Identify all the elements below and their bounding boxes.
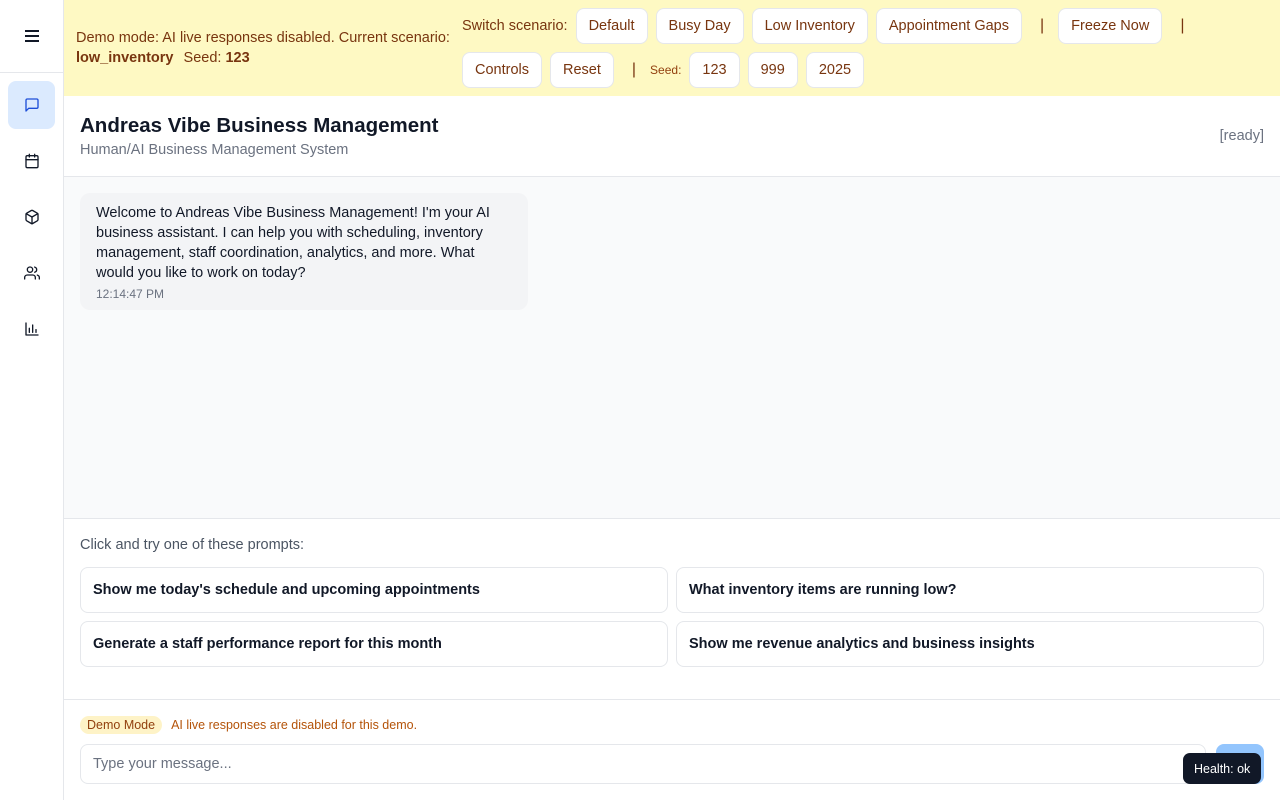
reset-button[interactable]: Reset: [550, 52, 614, 88]
seed-999-button[interactable]: 999: [747, 52, 798, 88]
message-timestamp: 12:14:47 PM: [96, 287, 165, 301]
demo-mode-badge: Demo Mode: [80, 716, 163, 734]
sidebar-nav: [0, 73, 63, 353]
sidebar-item-staff[interactable]: [8, 249, 55, 297]
scenario-switcher: Switch scenario: Default Busy Day Low In…: [462, 8, 1198, 44]
sidebar-item-inventory[interactable]: [8, 193, 55, 241]
scenario-low-inventory-button[interactable]: Low Inventory: [751, 8, 868, 44]
message-input[interactable]: [80, 744, 1206, 784]
current-scenario: low_inventory: [76, 50, 174, 66]
prompt-revenue-analytics-button[interactable]: Show me revenue analytics and business i…: [676, 621, 1264, 667]
page-header: Andreas Vibe Business Management Human/A…: [64, 96, 1280, 177]
sidebar-item-chat[interactable]: [8, 81, 55, 129]
page-subtitle: Human/AI Business Management System: [80, 142, 349, 158]
connection-status: [ready]: [1219, 128, 1264, 144]
bar-chart-icon: [24, 322, 39, 336]
demo-banner: Demo mode: AI live responses disabled. C…: [64, 0, 1280, 96]
message-text: Welcome to Andreas Vibe Business Managem…: [96, 205, 490, 281]
users-icon: [23, 266, 40, 280]
demo-controls: Controls Reset | Seed: 123 999 2025: [462, 52, 872, 88]
seed-label: Seed:: [183, 50, 222, 66]
sidebar-header: [0, 0, 63, 73]
package-icon: [24, 209, 39, 225]
prompt-staff-report-button[interactable]: Generate a staff performance report for …: [80, 621, 668, 667]
message-composer: Demo Mode AI live responses are disabled…: [64, 700, 1280, 800]
menu-icon[interactable]: [24, 30, 39, 42]
seed-picker-label: Seed:: [650, 63, 682, 77]
scenario-appointment-gaps-button[interactable]: Appointment Gaps: [875, 8, 1022, 44]
demo-banner-message: Demo mode: AI live responses disabled. C…: [76, 28, 466, 68]
sidebar: [0, 0, 64, 800]
separator: |: [1180, 17, 1185, 34]
demo-mode-note: AI live responses are disabled for this …: [171, 718, 418, 732]
scenario-default-button[interactable]: Default: [575, 8, 648, 44]
sidebar-item-analytics[interactable]: [8, 305, 55, 353]
health-status-badge: Health: ok: [1183, 753, 1262, 784]
page-title: Andreas Vibe Business Management: [80, 114, 439, 137]
sidebar-item-calendar[interactable]: [8, 137, 55, 185]
controls-button[interactable]: Controls: [462, 52, 542, 88]
scenario-busy-day-button[interactable]: Busy Day: [655, 8, 744, 44]
chat-messages: Welcome to Andreas Vibe Business Managem…: [64, 177, 1280, 519]
seed-value: 123: [225, 50, 250, 66]
calendar-icon: [24, 153, 39, 169]
prompts-label: Click and try one of these prompts:: [80, 537, 305, 553]
message-square-icon: [24, 98, 39, 112]
switch-scenario-label: Switch scenario:: [462, 18, 568, 34]
prompts-grid: Show me today's schedule and upcoming ap…: [80, 567, 1264, 667]
prompt-schedule-button[interactable]: Show me today's schedule and upcoming ap…: [80, 567, 668, 613]
demo-mode-notice: Demo Mode AI live responses are disabled…: [80, 716, 417, 734]
prompt-low-inventory-button[interactable]: What inventory items are running low?: [676, 567, 1264, 613]
seed-2025-button[interactable]: 2025: [805, 52, 865, 88]
assistant-message: Welcome to Andreas Vibe Business Managem…: [80, 193, 528, 310]
separator: |: [631, 61, 637, 78]
suggested-prompts: Click and try one of these prompts: Show…: [64, 519, 1280, 700]
separator: |: [1039, 17, 1045, 34]
demo-banner-text: Demo mode: AI live responses disabled. C…: [76, 30, 450, 46]
seed-123-button[interactable]: 123: [689, 52, 740, 88]
freeze-now-button[interactable]: Freeze Now: [1058, 8, 1163, 44]
